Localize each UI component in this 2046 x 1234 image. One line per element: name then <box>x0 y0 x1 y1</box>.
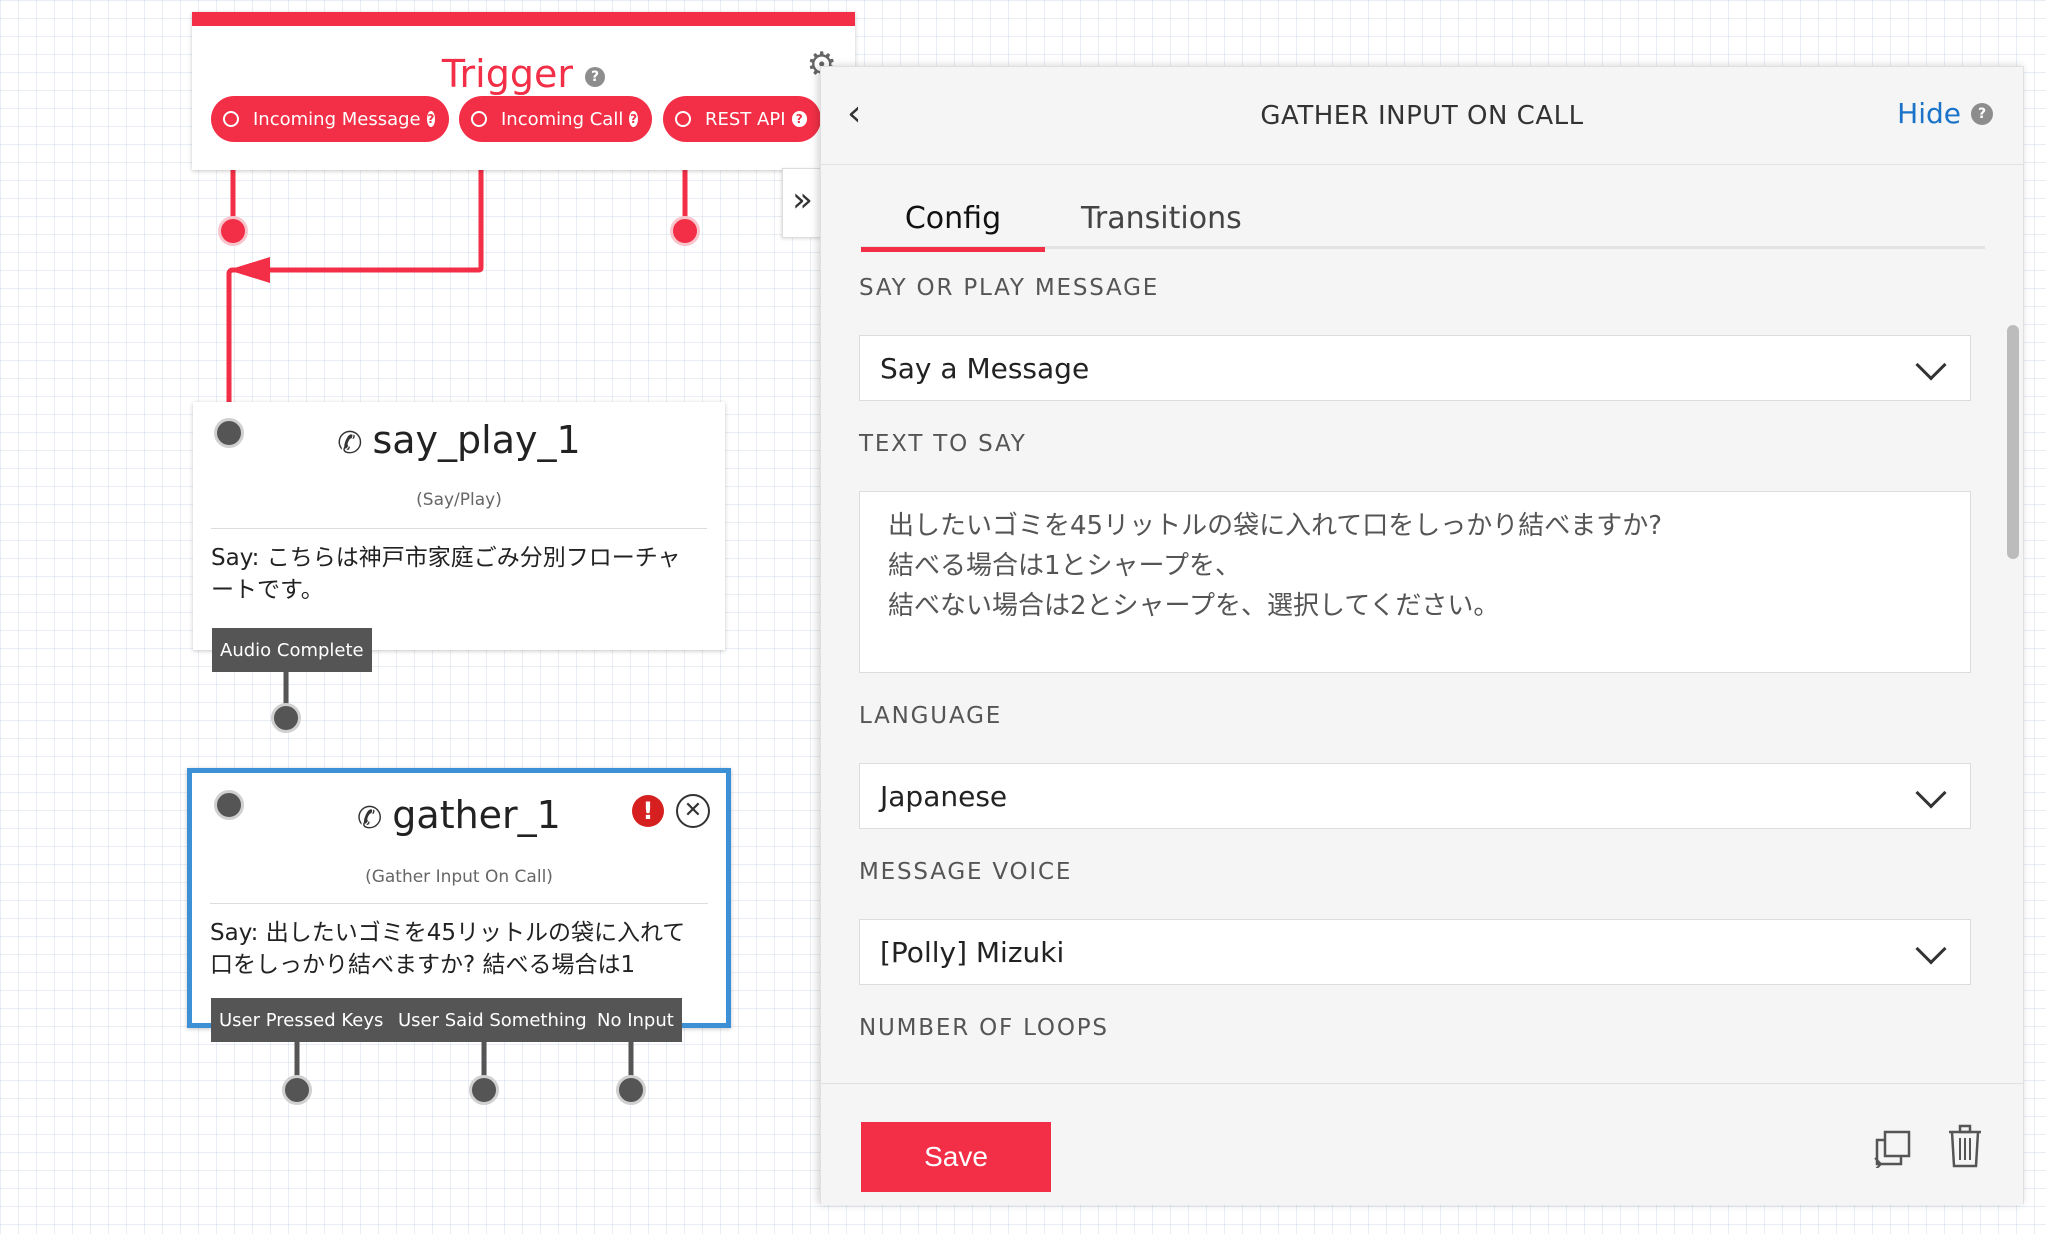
config-panel: ‹ GATHER INPUT ON CALL Hide ? Config Tra… <box>820 66 2024 1205</box>
trigger-widget[interactable]: Trigger ? ⚙ <box>192 12 855 170</box>
output-dot-user-said-something[interactable] <box>469 1075 499 1105</box>
save-button[interactable]: Save <box>861 1122 1051 1192</box>
question-circle-icon[interactable]: ? <box>629 111 638 127</box>
connector-ring-icon <box>471 111 487 127</box>
hide-link[interactable]: Hide ? <box>1897 97 1993 130</box>
transition-user-said-something[interactable]: User Said Something <box>390 998 595 1042</box>
trigger-output-dot-rest[interactable] <box>670 216 700 246</box>
panel-title: GATHER INPUT ON CALL <box>1260 101 1584 131</box>
say-or-play-label: SAY OR PLAY MESSAGE <box>859 275 1160 301</box>
question-circle-icon[interactable]: ? <box>585 66 606 87</box>
divider <box>211 528 707 529</box>
question-circle-icon[interactable]: ? <box>426 111 435 127</box>
node-body: Say: 出したいゴミを45リットルの袋に入れて口をしっかり結べますか? 結べる… <box>210 920 686 978</box>
chevron-down-icon <box>1915 933 1947 965</box>
node-type: (Gather Input On Call) <box>365 867 553 887</box>
text-to-say-label: TEXT TO SAY <box>859 431 1027 457</box>
divider <box>210 903 708 904</box>
double-chevron-right-icon[interactable]: » <box>782 168 822 238</box>
trigger-pill-rest-api[interactable]: REST API ? <box>663 96 821 142</box>
panel-tabs: Config Transitions <box>861 197 1985 252</box>
chevron-down-icon <box>1915 349 1947 381</box>
duplicate-icon[interactable] <box>1873 1128 1913 1168</box>
question-circle-icon[interactable]: ? <box>791 111 807 127</box>
node-type: (Say/Play) <box>416 490 502 510</box>
node-title: ✆ say_play_1 <box>337 418 581 462</box>
tab-transitions[interactable]: Transitions <box>1081 197 1242 249</box>
language-select[interactable]: Japanese <box>859 763 1971 829</box>
output-dot-no-input[interactable] <box>616 1075 646 1105</box>
panel-header: ‹ GATHER INPUT ON CALL Hide ? <box>821 67 2023 165</box>
transition-no-input[interactable]: No Input <box>589 998 682 1042</box>
language-label: LANGUAGE <box>859 703 1003 729</box>
panel-scrollbar[interactable] <box>2007 325 2019 559</box>
message-voice-select[interactable]: [Polly] Mizuki <box>859 919 1971 985</box>
output-dot-audio-complete[interactable] <box>271 703 301 733</box>
say-or-play-select[interactable]: Say a Message <box>859 335 1971 401</box>
panel-footer: Save <box>821 1083 2023 1205</box>
close-circle-icon[interactable]: ✕ <box>676 794 710 828</box>
trash-icon[interactable] <box>1947 1124 1983 1168</box>
tab-config[interactable]: Config <box>861 197 1045 252</box>
connector-ring-icon <box>223 111 239 127</box>
trigger-output-dot-message[interactable] <box>218 216 248 246</box>
gather-node[interactable]: ✆ gather_1 ! ✕ (Gather Input On Call) Say… <box>187 768 731 1028</box>
phone-icon: ✆ <box>357 801 383 836</box>
question-circle-icon[interactable]: ? <box>1971 102 1993 125</box>
trigger-title: Trigger ? <box>192 52 855 96</box>
trigger-pill-incoming-call[interactable]: Incoming Call ? <box>459 96 652 142</box>
phone-icon: ✆ <box>337 426 363 461</box>
connector-ring-icon <box>675 111 691 127</box>
text-to-say-textarea[interactable]: 出したいゴミを45リットルの袋に入れて口をしっかり結べますか? 結べる場合は1と… <box>859 491 1971 673</box>
transition-audio-complete[interactable]: Audio Complete <box>212 628 372 672</box>
node-body: Say: こちらは神戸市家庭ごみ分別フローチャートです。 <box>211 545 681 603</box>
trigger-pill-incoming-message[interactable]: Incoming Message ? <box>211 96 449 142</box>
number-of-loops-label: NUMBER OF LOOPS <box>859 1015 1109 1041</box>
exclamation-icon[interactable]: ! <box>632 795 664 827</box>
output-dot-user-pressed-keys[interactable] <box>282 1075 312 1105</box>
node-input-dot[interactable] <box>214 418 244 448</box>
transition-user-pressed-keys[interactable]: User Pressed Keys <box>211 998 392 1042</box>
say-play-node[interactable]: ✆ say_play_1 (Say/Play) Say: こちらは神戸市家庭ごみ分… <box>193 402 725 650</box>
chevron-down-icon <box>1915 777 1947 809</box>
message-voice-label: MESSAGE VOICE <box>859 859 1073 885</box>
node-input-dot[interactable] <box>214 790 244 820</box>
